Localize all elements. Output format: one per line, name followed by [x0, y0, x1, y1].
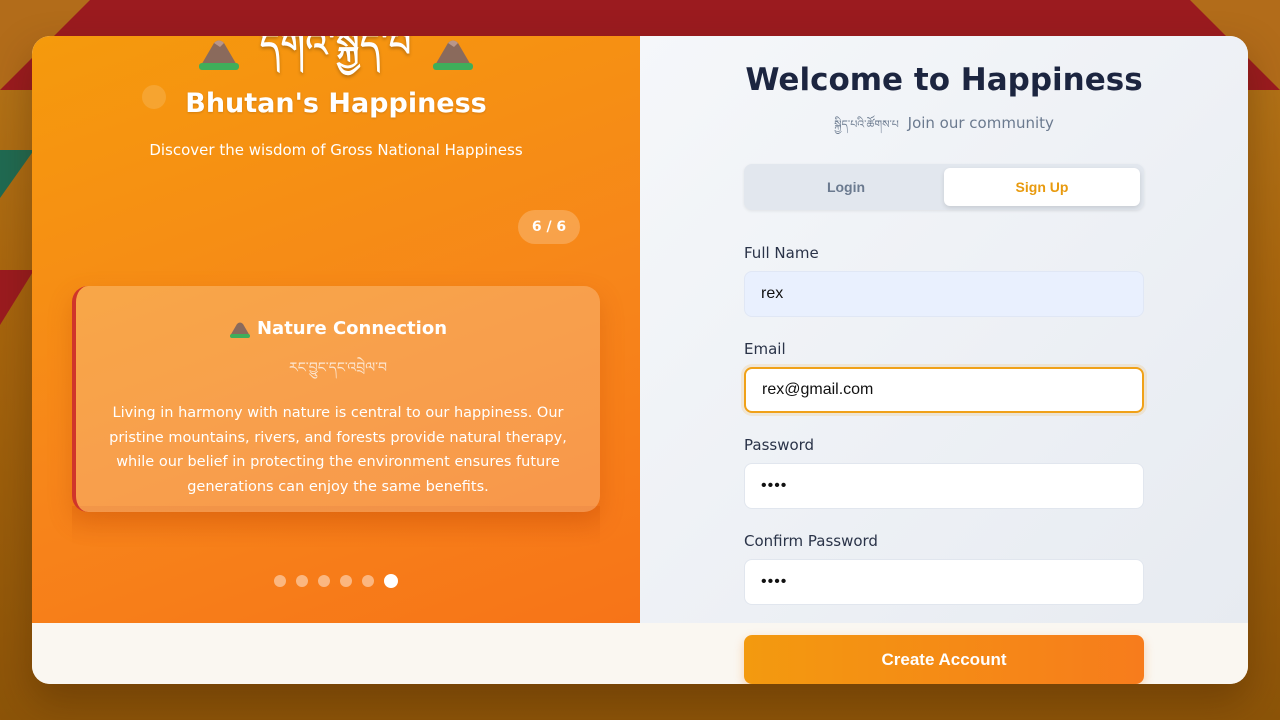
slide-title: Nature Connection — [256, 318, 448, 339]
carousel-dot[interactable] — [362, 575, 374, 587]
carousel-dot[interactable] — [274, 575, 286, 587]
tab-sign-up[interactable]: Sign Up — [944, 168, 1140, 206]
background-flag-green — [0, 150, 34, 198]
hero-title: Bhutan's Happiness — [185, 88, 487, 119]
password-label: Password — [744, 436, 815, 454]
mountain-icon — [432, 37, 474, 71]
slide-tibetan: རང་བྱུང་དང་འབྲེལ་བ — [288, 360, 388, 376]
email-label: Email — [744, 340, 786, 358]
auth-card: དགའ་སྐྱིད་པ Bhutan's Happiness Discover … — [32, 36, 1248, 684]
slide-shadow — [72, 506, 600, 546]
carousel-dot[interactable] — [318, 575, 330, 587]
mountain-icon — [229, 322, 250, 338]
full-name-label: Full Name — [744, 244, 819, 262]
email-input[interactable]: rex@gmail.com — [744, 367, 1144, 413]
carousel-dot[interactable] — [340, 575, 352, 587]
carousel-slide: Nature Connection རང་བྱུང་དང་འབྲེལ་བ Liv… — [72, 286, 600, 512]
mountain-icon — [198, 37, 240, 71]
carousel-dot-active[interactable] — [384, 574, 398, 588]
form-subtitle: སྐྱིད་པའི་ཚོགས་པ Join our community — [640, 112, 1248, 143]
background-flag-red — [0, 270, 34, 325]
slide-body: Living in harmony with nature is central… — [109, 405, 567, 495]
form-subtitle-text: Join our community — [907, 114, 1054, 132]
confirm-password-input[interactable]: •••• — [744, 559, 1144, 605]
tab-login[interactable]: Login — [748, 168, 944, 206]
slide-heading: Nature Connection — [106, 318, 570, 339]
form-panel: Welcome to Happiness སྐྱིད་པའི་ཚོགས་པ Jo… — [640, 36, 1248, 623]
carousel-dots — [32, 574, 640, 588]
carousel-dot[interactable] — [296, 575, 308, 587]
slide-counter: 6 / 6 — [518, 210, 580, 244]
form-subtitle-tibetan: སྐྱིད་པའི་ཚོགས་པ — [834, 118, 899, 131]
form-title: Welcome to Happiness — [745, 62, 1143, 98]
password-input[interactable]: •••• — [744, 463, 1144, 509]
auth-tabs: Login Sign Up — [744, 164, 1144, 210]
hero-panel: དགའ་སྐྱིད་པ Bhutan's Happiness Discover … — [32, 36, 640, 623]
create-account-button[interactable]: Create Account — [744, 635, 1144, 684]
hero-subtitle: Discover the wisdom of Gross National Ha… — [149, 141, 523, 159]
confirm-password-label: Confirm Password — [744, 532, 878, 550]
hero-header: དགའ་སྐྱིད་པ — [32, 36, 640, 78]
full-name-input[interactable]: rex — [744, 271, 1144, 317]
